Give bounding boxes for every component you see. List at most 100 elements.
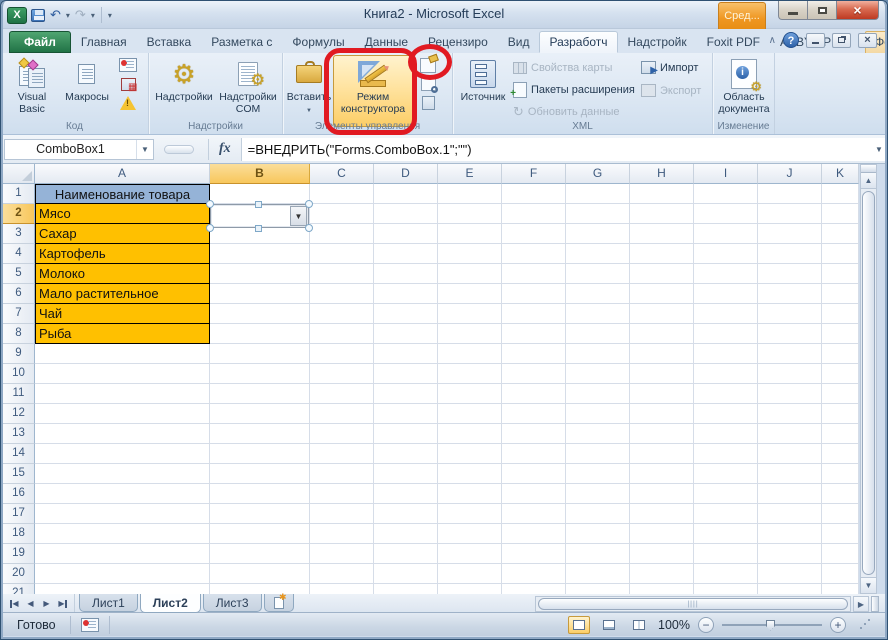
previous-sheet-icon[interactable]: ◀ xyxy=(23,596,38,611)
cell-K20[interactable] xyxy=(822,564,859,584)
cell-I11[interactable] xyxy=(694,384,758,404)
cell-J5[interactable] xyxy=(758,264,822,284)
cell-E14[interactable] xyxy=(438,444,502,464)
cell-E9[interactable] xyxy=(438,344,502,364)
cell-K17[interactable] xyxy=(822,504,859,524)
formula-bar-handle[interactable] xyxy=(164,144,194,154)
cell-H2[interactable] xyxy=(630,204,694,224)
cell-B21[interactable] xyxy=(210,584,310,594)
cell-E17[interactable] xyxy=(438,504,502,524)
help-icon[interactable]: ? xyxy=(783,32,799,48)
cell-A14[interactable] xyxy=(35,444,210,464)
column-header-G[interactable]: G xyxy=(566,164,630,184)
cell-B15[interactable] xyxy=(210,464,310,484)
cell-F9[interactable] xyxy=(502,344,566,364)
cell-D2[interactable] xyxy=(374,204,438,224)
excel-logo-icon[interactable]: X xyxy=(7,6,27,24)
horizontal-scroll-thumb[interactable]: |||| xyxy=(538,598,848,610)
page-break-view-button[interactable] xyxy=(628,616,650,634)
cell-C5[interactable] xyxy=(310,264,374,284)
cell-D13[interactable] xyxy=(374,424,438,444)
zoom-level-label[interactable]: 100% xyxy=(658,618,690,632)
cell-B8[interactable] xyxy=(210,324,310,344)
resize-grip[interactable] xyxy=(858,618,871,631)
cell-G18[interactable] xyxy=(566,524,630,544)
cell-I10[interactable] xyxy=(694,364,758,384)
cell-I21[interactable] xyxy=(694,584,758,594)
cell-C12[interactable] xyxy=(310,404,374,424)
selection-handle-top-middle[interactable] xyxy=(255,201,262,208)
run-dialog-icon[interactable] xyxy=(419,95,437,111)
row-header-2[interactable]: 2 xyxy=(3,204,35,224)
row-header-5[interactable]: 5 xyxy=(3,264,35,284)
horizontal-split-handle[interactable] xyxy=(871,596,879,612)
close-button[interactable]: × xyxy=(837,1,879,20)
cell-A19[interactable] xyxy=(35,544,210,564)
cell-F10[interactable] xyxy=(502,364,566,384)
sheet-tab-2[interactable]: Лист3 xyxy=(202,594,262,612)
cell-G5[interactable] xyxy=(566,264,630,284)
cell-K12[interactable] xyxy=(822,404,859,424)
xml-source-button[interactable]: Источник xyxy=(457,56,509,104)
cell-H13[interactable] xyxy=(630,424,694,444)
cell-I9[interactable] xyxy=(694,344,758,364)
cell-E8[interactable] xyxy=(438,324,502,344)
cell-E10[interactable] xyxy=(438,364,502,384)
cell-G8[interactable] xyxy=(566,324,630,344)
row-header-3[interactable]: 3 xyxy=(3,224,35,244)
row-header-4[interactable]: 4 xyxy=(3,244,35,264)
row-header-15[interactable]: 15 xyxy=(3,464,35,484)
selection-handle-top-left[interactable] xyxy=(206,200,214,208)
relative-references-icon[interactable]: ▦ xyxy=(119,76,138,92)
cell-K8[interactable] xyxy=(822,324,859,344)
cell-F8[interactable] xyxy=(502,324,566,344)
vertical-scrollbar[interactable]: ▲ ▼ xyxy=(860,164,877,594)
ribbon-tab-8[interactable]: Разработч xyxy=(539,31,618,53)
cell-H6[interactable] xyxy=(630,284,694,304)
cell-K19[interactable] xyxy=(822,544,859,564)
row-header-20[interactable]: 20 xyxy=(3,564,35,584)
cell-I8[interactable] xyxy=(694,324,758,344)
cell-J17[interactable] xyxy=(758,504,822,524)
cell-J6[interactable] xyxy=(758,284,822,304)
cell-I20[interactable] xyxy=(694,564,758,584)
cell-E19[interactable] xyxy=(438,544,502,564)
cell-K18[interactable] xyxy=(822,524,859,544)
cell-F19[interactable] xyxy=(502,544,566,564)
sheet-tab-0[interactable]: Лист1 xyxy=(79,594,138,612)
selection-handle-bottom-right[interactable] xyxy=(305,224,313,232)
column-header-B[interactable]: B xyxy=(210,164,310,184)
cell-K13[interactable] xyxy=(822,424,859,444)
com-addins-button[interactable]: ⚙ Надстройки COM xyxy=(217,56,279,115)
undo-icon[interactable]: ↶ xyxy=(49,6,62,24)
cell-C1[interactable] xyxy=(310,184,374,204)
cell-F17[interactable] xyxy=(502,504,566,524)
cell-K1[interactable] xyxy=(822,184,859,204)
insert-function-icon[interactable]: fx xyxy=(209,141,241,157)
combobox-dropdown-icon[interactable]: ▼ xyxy=(290,206,307,226)
cell-D11[interactable] xyxy=(374,384,438,404)
row-header-11[interactable]: 11 xyxy=(3,384,35,404)
cell-E1[interactable] xyxy=(438,184,502,204)
cell-G15[interactable] xyxy=(566,464,630,484)
workbook-restore-button[interactable] xyxy=(832,32,851,48)
cell-D9[interactable] xyxy=(374,344,438,364)
sheet-tab-1[interactable]: Лист2 xyxy=(139,594,201,613)
row-header-10[interactable]: 10 xyxy=(3,364,35,384)
expansion-packs-button[interactable]: + Пакеты расширения xyxy=(510,80,635,99)
cell-E3[interactable] xyxy=(438,224,502,244)
cell-F12[interactable] xyxy=(502,404,566,424)
cell-K15[interactable] xyxy=(822,464,859,484)
cell-J2[interactable] xyxy=(758,204,822,224)
cell-B13[interactable] xyxy=(210,424,310,444)
cell-E13[interactable] xyxy=(438,424,502,444)
cell-K4[interactable] xyxy=(822,244,859,264)
cell-H7[interactable] xyxy=(630,304,694,324)
record-macro-icon[interactable] xyxy=(119,57,137,73)
row-header-13[interactable]: 13 xyxy=(3,424,35,444)
row-header-12[interactable]: 12 xyxy=(3,404,35,424)
cell-E4[interactable] xyxy=(438,244,502,264)
cell-I1[interactable] xyxy=(694,184,758,204)
cell-G20[interactable] xyxy=(566,564,630,584)
cell-H9[interactable] xyxy=(630,344,694,364)
